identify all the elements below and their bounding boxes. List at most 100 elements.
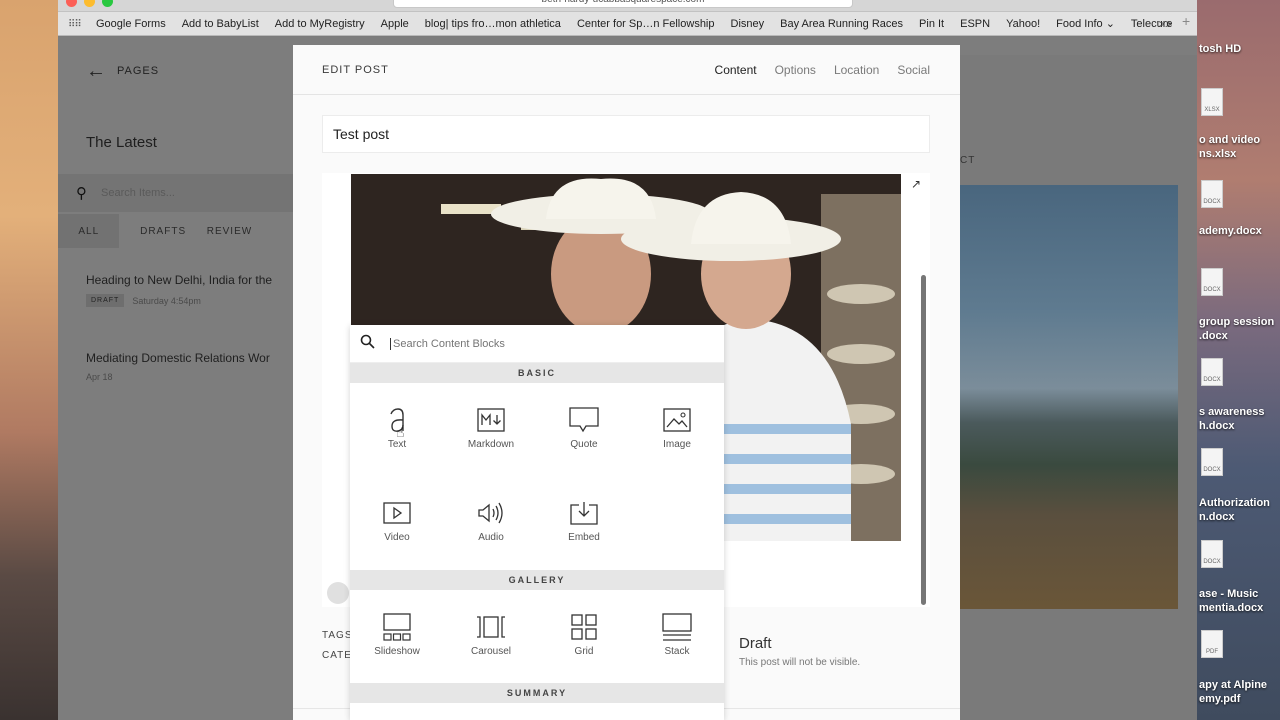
image-icon [632,405,722,435]
block-label: Image [663,439,691,450]
desktop-label[interactable]: mentia.docx [1199,601,1263,615]
new-tab-icon[interactable]: + [1182,13,1190,29]
bookmark-item[interactable]: Yahoo! [1006,18,1040,30]
content-sidebar: ← PAGES The Latest ⚲ Search Items... ALL… [58,37,294,720]
block-audio[interactable]: Audio [446,498,536,558]
desktop-file-icon[interactable]: XLSX [1201,88,1223,116]
post-title-input[interactable]: Test post [322,115,930,153]
block-label: Slideshow [374,646,420,657]
desktop-file-icon[interactable]: DOCX [1201,180,1223,208]
section-header-summary: SUMMARY [350,683,724,703]
back-label: PAGES [117,65,160,77]
status-title: Draft [739,635,772,652]
bookmark-item[interactable]: Disney [731,18,765,30]
address-bar[interactable]: beth-hardy-ucabbasquarespace.com [393,0,853,8]
tab-content[interactable]: Content [715,63,757,77]
block-markdown[interactable]: Markdown [446,405,536,465]
tab-drafts[interactable]: DRAFTS [119,214,206,248]
tab-review[interactable]: REVIEW [207,214,294,248]
block-stack[interactable]: Stack [632,612,722,672]
block-label: Audio [478,532,504,543]
close-window-button[interactable] [66,0,77,7]
block-grid[interactable]: Grid [539,612,629,672]
post-list-item[interactable]: Mediating Domestic Relations Wor Apr 18 [86,351,270,382]
tab-all[interactable]: ALL [58,214,120,248]
block-label: Grid [574,646,594,657]
audio-icon [446,498,536,528]
post-list-item[interactable]: Heading to New Delhi, India for the DRAF… [86,273,272,307]
desktop-label[interactable]: s awareness [1199,405,1264,419]
bookmark-item[interactable]: blog| tips fro…mon athletica [425,18,561,30]
desktop-label: tosh HD [1199,43,1242,55]
desktop-wallpaper-right: tosh HD XLSX o and video ns.xlsx DOCX ad… [1197,0,1280,720]
dialog-header: EDIT POST Content Options Location Socia… [293,45,960,95]
desktop-label[interactable]: h.docx [1199,419,1234,433]
desktop-file-icon[interactable]: DOCX [1201,268,1223,296]
bookmark-item[interactable]: Pin It [919,18,944,30]
search-icon [360,334,378,353]
markdown-icon [446,405,536,435]
desktop-file-icon[interactable]: DOCX [1201,358,1223,386]
post-date: Saturday 4:54pm [132,295,201,306]
tab-location[interactable]: Location [834,63,879,77]
chevron-right-icon[interactable]: >> [1158,17,1172,31]
bookmark-item[interactable]: Google Forms [96,18,166,30]
basic-blocks-grid: Text Markdown Quote Image Video Audio Em… [350,383,724,570]
bookmark-item[interactable]: Bay Area Running Races [780,18,903,30]
dialog-tabs: Content Options Location Social [715,63,930,77]
back-to-pages-link[interactable]: ← PAGES [86,61,160,81]
status-badge: DRAFT [86,294,125,307]
post-title: Mediating Domestic Relations Wor [86,351,270,365]
desktop-label[interactable]: apy at Alpine [1199,678,1267,692]
tab-options[interactable]: Options [775,63,816,77]
desktop-label[interactable]: ns.xlsx [1199,147,1236,161]
video-icon [352,498,442,528]
block-label: Embed [568,532,600,543]
preview-landscape-image [960,185,1178,609]
categories-label: CATE [322,650,352,661]
expand-icon[interactable]: ↗ [911,177,921,191]
quote-icon [539,405,629,435]
block-search-input[interactable] [390,337,690,350]
desktop-label[interactable]: ademy.docx [1199,224,1262,238]
tags-label: TAGS [322,630,353,641]
bookmark-item[interactable]: Apple [381,18,409,30]
block-embed[interactable]: Embed [539,498,629,558]
tab-social[interactable]: Social [897,63,930,77]
grid-icon[interactable]: ⠿⠿ [68,19,82,30]
insert-point-handle[interactable] [327,582,349,604]
dialog-title: EDIT POST [322,64,389,76]
section-header-basic: BASIC [350,363,724,383]
bookmark-item[interactable]: Add to BabyList [182,18,259,30]
bookmark-item[interactable]: ESPN [960,18,990,30]
desktop-label[interactable]: ase - Music [1199,587,1258,601]
desktop-label[interactable]: n.docx [1199,510,1234,524]
desktop-file-icon[interactable]: PDF [1201,630,1223,658]
status-panel[interactable]: Draft This post will not be visible. [739,635,860,668]
block-slideshow[interactable]: Slideshow [352,612,442,672]
hand-cursor-icon: ☝ [396,424,405,440]
minimize-window-button[interactable] [84,0,95,7]
block-search[interactable] [350,325,724,363]
bookmarks-bar: ⠿⠿ Google Forms Add to BabyList Add to M… [58,12,1197,36]
block-quote[interactable]: Quote [539,405,629,465]
desktop-label[interactable]: group session [1199,315,1274,329]
desktop-label[interactable]: o and video [1199,133,1260,147]
bookmark-folder[interactable]: Food Info ⌄ [1056,17,1115,30]
sidebar-search[interactable]: ⚲ Search Items... [58,174,294,212]
desktop-label[interactable]: Authorization [1199,496,1270,510]
bookmark-item[interactable]: Add to MyRegistry [275,18,365,30]
slideshow-icon [352,612,442,642]
bookmark-item[interactable]: Center for Sp…n Fellowship [577,18,715,30]
desktop-label[interactable]: emy.pdf [1199,692,1240,706]
block-video[interactable]: Video [352,498,442,558]
block-image[interactable]: Image [632,405,722,465]
zoom-window-button[interactable] [102,0,113,7]
desktop-file-icon[interactable]: DOCX [1201,448,1223,476]
desktop-label[interactable]: .docx [1199,329,1228,343]
editor-scrollbar[interactable] [921,275,926,605]
block-carousel[interactable]: Carousel [446,612,536,672]
embed-icon [539,498,629,528]
desktop-file-icon[interactable]: DOCX [1201,540,1223,568]
block-label: Quote [570,439,598,450]
